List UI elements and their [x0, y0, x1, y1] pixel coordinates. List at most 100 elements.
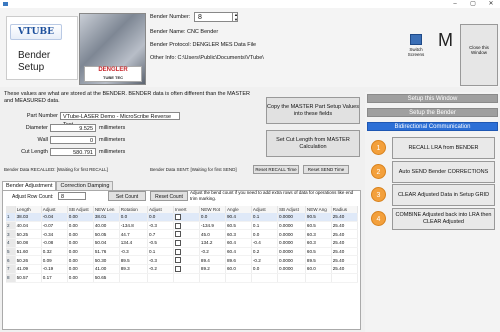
grid-cell[interactable]: 44.7 [119, 229, 148, 240]
grid-cell[interactable]: -0.19 [41, 264, 68, 274]
grid-cell[interactable]: 25.40 [331, 213, 359, 222]
grid-cell[interactable] [199, 273, 226, 283]
grid-cell[interactable]: 41.00 [93, 264, 120, 274]
invert-checkbox[interactable] [175, 222, 181, 229]
grid-cell[interactable]: 0.0000 [277, 238, 306, 248]
grid-cell[interactable]: 134.4 [119, 238, 148, 248]
setup-bender-header[interactable]: Setup the Bender [367, 108, 498, 117]
grid-cell[interactable]: 0.0000 [277, 213, 306, 222]
grid-cell[interactable] [277, 273, 306, 283]
close-icon[interactable]: ✕ [482, 0, 500, 8]
grid-cell[interactable]: 0.1 [251, 213, 278, 222]
grid-cell[interactable]: 0.00 [67, 221, 94, 231]
row-header[interactable]: 4 [6, 238, 16, 248]
grid-cell[interactable]: -0.4 [251, 238, 278, 248]
grid-cell[interactable] [331, 273, 359, 283]
grid-cell[interactable]: 25.40 [331, 255, 359, 266]
row-header[interactable]: 6 [6, 255, 16, 266]
grid-cell[interactable]: 40.04 [15, 221, 42, 231]
grid-cell[interactable]: 0.1 [251, 221, 278, 231]
row-header[interactable]: 5 [6, 247, 16, 257]
reset-recall-button[interactable]: Reset RECALL Time [253, 165, 299, 174]
invert-checkbox[interactable] [175, 265, 181, 272]
grid-cell[interactable]: 89.4 [199, 255, 226, 266]
grid-cell[interactable]: 0.00 [67, 255, 94, 266]
grid-cell[interactable]: 41.09 [15, 264, 42, 274]
table-row[interactable]: 3 50.25 -0.34 0.00 50.05 44.7 0.7 45.0 60.3 0.0 0.… [6, 229, 359, 240]
grid-cell[interactable]: 50.30 [93, 255, 120, 266]
invert-checkbox-cell[interactable] [173, 273, 200, 283]
grid-cell[interactable]: 0.0000 [277, 264, 306, 274]
table-row[interactable]: 6 50.26 0.09 0.00 50.30 89.5 -0.3 89.4 89.6 -0.2 0… [6, 255, 359, 266]
grid-cell[interactable]: 0.00 [67, 247, 94, 257]
diameter-field[interactable]: 9.525 [50, 124, 96, 132]
grid-cell[interactable]: 90.4 [225, 213, 252, 222]
recall-action[interactable]: 1 RECALL LRA from BENDER [367, 136, 498, 160]
setup-window-header[interactable]: Setup this Window [367, 94, 498, 103]
set-cut-length-button[interactable]: Set Cut Length from MASTER Calculation [266, 130, 360, 157]
combine-adjusted-button[interactable]: COMBINE Adjusted back into LRA then CLEA… [392, 208, 495, 230]
clear-action[interactable]: 3 CLEAR Adjusted Data in Setup GRID [367, 183, 498, 207]
grid-cell[interactable]: 0.0 [251, 264, 278, 274]
grid-cell[interactable]: -0.07 [41, 221, 68, 231]
grid-cell[interactable] [305, 273, 332, 283]
grid-cell[interactable]: 50.25 [15, 229, 42, 240]
grid-cell[interactable]: 38.03 [15, 213, 42, 222]
grid-cell[interactable] [147, 273, 175, 283]
grid-cell[interactable]: 60.5 [225, 221, 252, 231]
grid-cell[interactable]: -0.2 [147, 264, 175, 274]
grid-cell[interactable]: -0.5 [147, 238, 175, 248]
grid-cell[interactable]: -0.3 [147, 255, 175, 266]
grid-cell[interactable]: 0.0000 [277, 229, 306, 240]
grid-cell[interactable]: 38.01 [93, 213, 120, 222]
table-row[interactable]: 2 40.04 -0.07 0.00 40.00 -134.8 -0.3 -134.9 60.5… [6, 221, 359, 231]
table-row[interactable]: 1 38.03 -0.04 0.00 38.01 0.0 0.0 0.0 90.4 0.1 0.00… [6, 213, 359, 222]
part-number-field[interactable]: VTube-LASER Demo - MicroScribe Reverse T… [60, 112, 180, 128]
grid-cell[interactable]: 0.09 [41, 255, 68, 266]
grid-cell[interactable]: 25.40 [331, 229, 359, 240]
grid-cell[interactable]: 0.0 [251, 229, 278, 240]
grid-cell[interactable]: 89.6 [225, 255, 252, 266]
switch-screens-button[interactable]: Switch Screens [406, 30, 426, 58]
table-row[interactable]: 8 50.57 0.17 0.00 50.65 [6, 273, 359, 283]
invert-checkbox[interactable] [175, 239, 181, 246]
grid-cell[interactable]: 25.40 [331, 221, 359, 231]
grid-cell[interactable]: 0.00 [67, 238, 94, 248]
invert-checkbox-cell[interactable] [173, 229, 200, 240]
grid-cell[interactable]: 51.60 [15, 247, 42, 257]
grid-cell[interactable]: 50.26 [15, 255, 42, 266]
send-action[interactable]: 2 Auto SEND Bender CORRECTIONS [367, 160, 498, 184]
row-header[interactable]: 2 [6, 221, 16, 231]
grid-cell[interactable]: 0.0 [147, 213, 175, 222]
grid-cell[interactable]: 0.17 [41, 273, 68, 283]
grid-cell[interactable]: 0.2 [251, 247, 278, 257]
grid-cell[interactable]: -0.3 [147, 221, 175, 231]
reset-count-button[interactable]: Reset Count [150, 191, 188, 201]
table-row[interactable]: 7 41.09 -0.19 0.00 41.00 89.3 -0.2 89.2 60.0 0.0 0… [6, 264, 359, 274]
grid-cell[interactable]: 0.0000 [277, 255, 306, 266]
copy-master-button[interactable]: Copy the MASTER Part Setup Values into t… [266, 97, 360, 124]
grid-cell[interactable] [251, 273, 278, 283]
grid-cell[interactable]: 0.0 [119, 213, 148, 222]
reset-send-button[interactable]: Reset SEND Time [303, 165, 349, 174]
grid-cell[interactable]: 25.40 [331, 238, 359, 248]
grid-cell[interactable]: 0.0000 [277, 247, 306, 257]
table-row[interactable]: 5 51.60 0.32 0.00 51.76 -0.3 0.1 -0.2 60.4 0.2 0.0… [6, 247, 359, 257]
bender-number-spinner[interactable]: ▲ ▼ [232, 12, 239, 22]
grid-cell[interactable]: 0.32 [41, 247, 68, 257]
clear-adjusted-button[interactable]: CLEAR Adjusted Data in Setup GRID [392, 184, 495, 206]
row-header[interactable]: 3 [6, 229, 16, 240]
grid-cell[interactable]: -134.9 [199, 221, 226, 231]
grid-cell[interactable]: 0.00 [67, 229, 94, 240]
grid-cell[interactable]: 50.65 [93, 273, 120, 283]
grid-cell[interactable]: 0.00 [67, 273, 94, 283]
grid-cell[interactable]: -134.8 [119, 221, 148, 231]
invert-checkbox-cell[interactable] [173, 255, 200, 266]
grid-cell[interactable]: -0.04 [41, 213, 68, 222]
grid-cell[interactable]: 60.3 [225, 229, 252, 240]
grid-cell[interactable]: 89.5 [119, 255, 148, 266]
grid-cell[interactable]: 0.1 [147, 247, 175, 257]
grid-cell[interactable]: 50.57 [15, 273, 42, 283]
grid-cell[interactable]: 60.5 [305, 247, 332, 257]
invert-checkbox[interactable] [175, 213, 181, 220]
